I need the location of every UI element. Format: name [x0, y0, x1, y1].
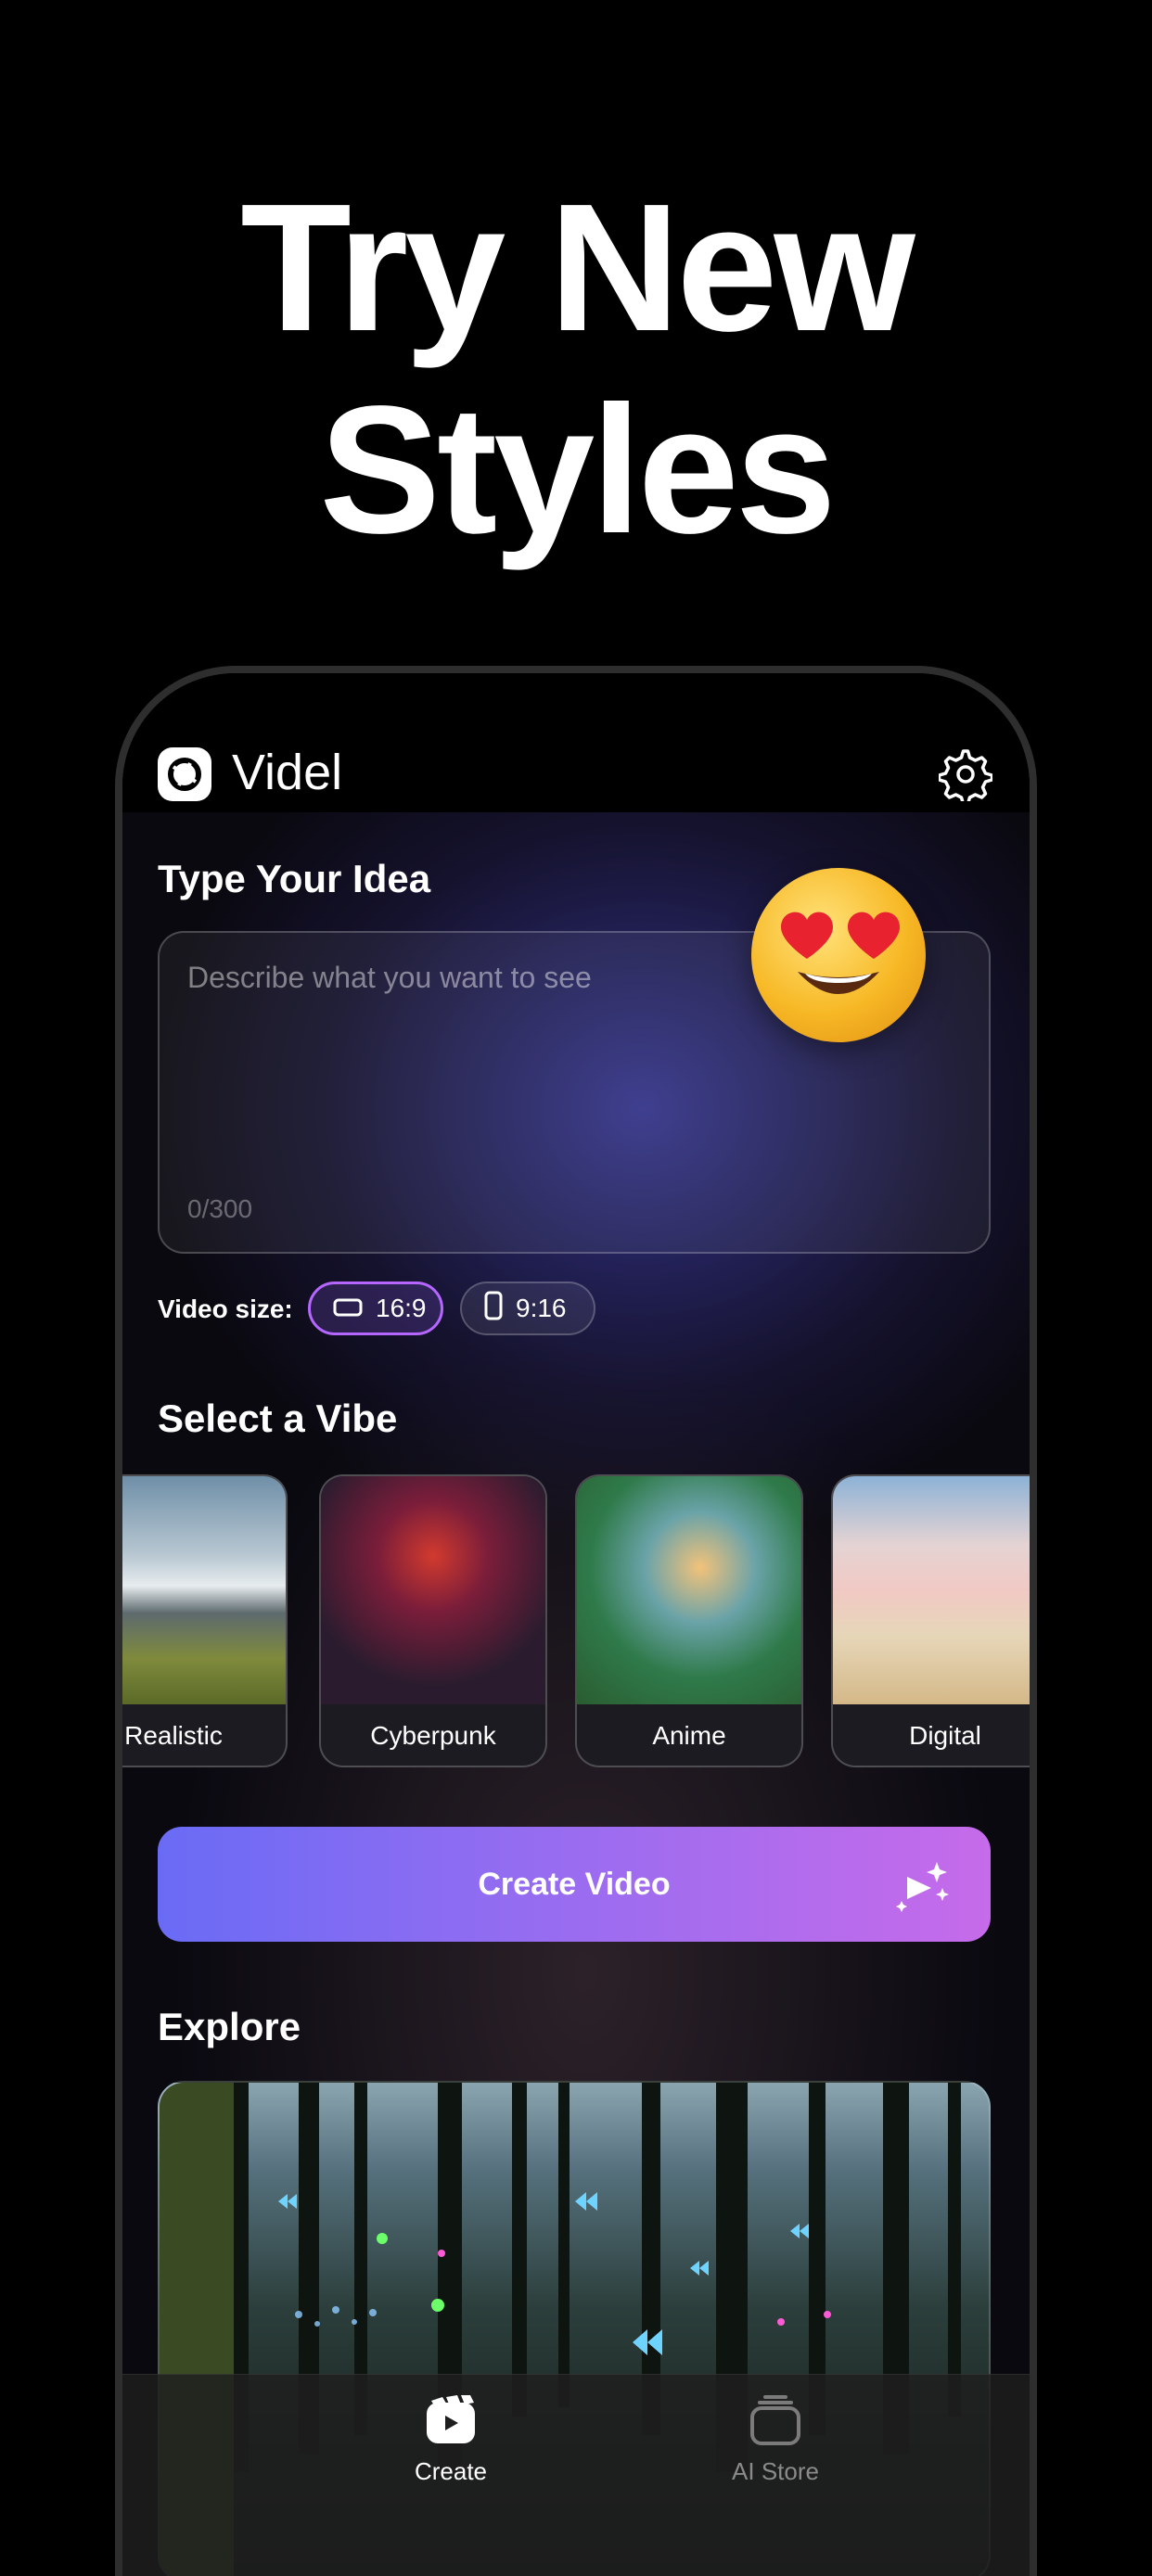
- vibe-card-anime[interactable]: Anime: [575, 1474, 803, 1767]
- portrait-icon: [484, 1291, 503, 1327]
- idea-section-title: Type Your Idea: [158, 857, 431, 900]
- vibe-label: Anime: [652, 1721, 726, 1750]
- tab-bar: Create AI Store: [122, 2374, 1030, 2576]
- vibe-carousel[interactable]: Realistic Cyberpunk Anime Digital: [122, 1474, 1030, 1771]
- landscape-icon: [333, 1294, 363, 1323]
- tab-label: AI Store: [732, 2457, 819, 2485]
- vibe-label: Cyberpunk: [370, 1721, 496, 1750]
- size-option-9-16[interactable]: 9:16: [460, 1282, 595, 1335]
- size-option-16-9[interactable]: 16:9: [308, 1282, 443, 1335]
- create-video-label: Create Video: [478, 1866, 671, 1902]
- tab-label: Create: [414, 2457, 488, 2485]
- headline-line-1: Try New: [240, 166, 915, 369]
- gear-icon[interactable]: [937, 747, 994, 806]
- explore-section-title: Explore: [158, 2005, 301, 2048]
- vibe-card-realistic[interactable]: Realistic: [122, 1474, 288, 1767]
- vibe-label: Digital: [909, 1721, 981, 1750]
- app-screen: Videl Type Your Idea 0/300 Video size:: [122, 673, 1030, 2576]
- videl-logo-icon: [158, 747, 211, 801]
- vibe-card-digital[interactable]: Digital: [831, 1474, 1030, 1767]
- vibe-image-cyberpunk: [321, 1476, 545, 1704]
- vibe-card-cyberpunk[interactable]: Cyberpunk: [319, 1474, 547, 1767]
- char-counter: 0/300: [187, 1194, 253, 1223]
- create-video-button[interactable]: Create Video: [158, 1827, 991, 1942]
- vibe-image-anime: [577, 1476, 801, 1704]
- tab-ai-store[interactable]: AI Store: [683, 2395, 868, 2486]
- app-bar: Videl: [122, 673, 1030, 812]
- headline-line-2: Styles: [319, 368, 836, 571]
- vibe-label: Realistic: [124, 1721, 223, 1750]
- vibe-image-digital: [833, 1476, 1030, 1704]
- phone-frame: Videl Type Your Idea 0/300 Video size:: [115, 666, 1037, 2576]
- heart-eyes-emoji-icon: [751, 868, 926, 1042]
- create-tab-icon: [358, 2395, 544, 2452]
- store-tab-icon: [683, 2395, 868, 2452]
- headline: Try New Styles: [0, 167, 1152, 571]
- vibe-section-title: Select a Vibe: [158, 1396, 398, 1440]
- size-option-label: 9:16: [516, 1294, 567, 1322]
- vibe-image-realistic: [122, 1476, 286, 1704]
- app-name: Videl: [232, 745, 343, 800]
- video-size-label: Video size:: [158, 1294, 293, 1323]
- size-option-label: 16:9: [376, 1294, 427, 1322]
- tab-create[interactable]: Create: [358, 2395, 544, 2486]
- sparkle-play-icon: [894, 1855, 954, 1922]
